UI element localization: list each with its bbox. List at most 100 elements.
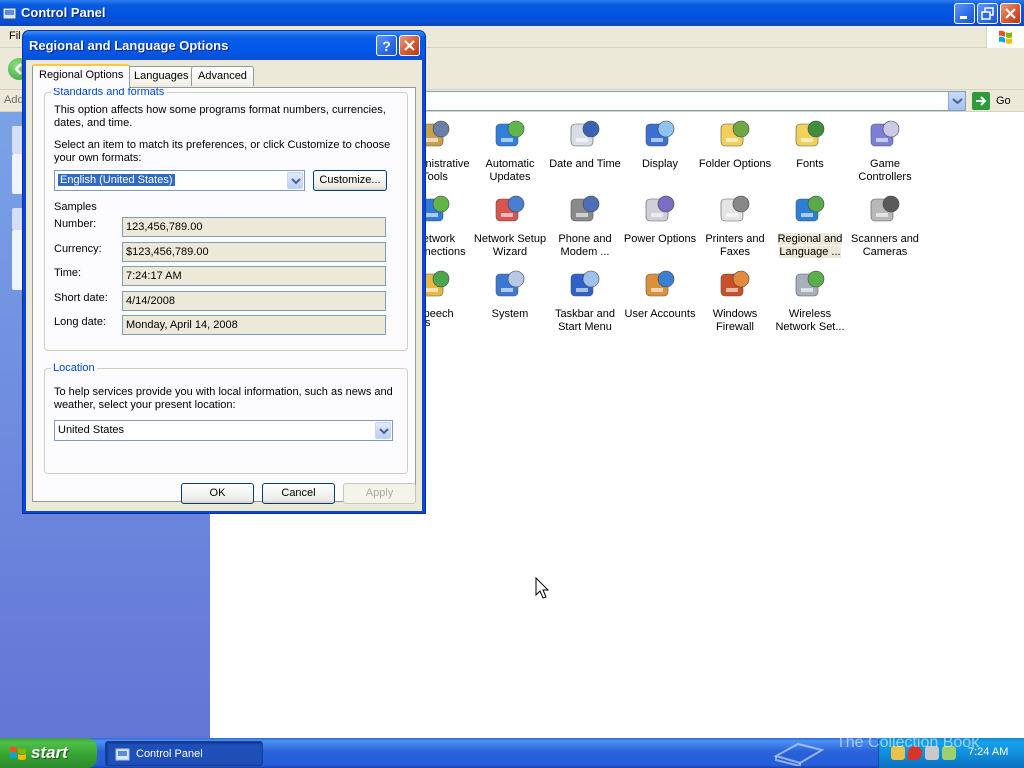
book-watermark-icon — [773, 742, 825, 766]
control-panel-item-label: Game Controllers — [858, 158, 912, 183]
tab-languages[interactable]: Languages — [127, 66, 196, 86]
control-panel-item[interactable]: Automatic Updates — [472, 118, 548, 184]
control-panel-icon — [115, 748, 130, 761]
control-panel-item[interactable]: Regional and Language ... — [772, 193, 848, 259]
location-dropdown-arrow[interactable] — [375, 422, 391, 439]
sample-value: 4/14/2008 — [126, 294, 175, 307]
start-label: start — [31, 743, 68, 762]
question-mark-icon: ? — [382, 38, 391, 54]
control-panel-item[interactable]: Windows Firewall — [697, 268, 773, 334]
taskbar-button-control-panel[interactable]: Control Panel — [105, 741, 263, 766]
control-panel-item[interactable]: Date and Time — [547, 118, 623, 171]
sample-value: Monday, April 14, 2008 — [126, 319, 238, 331]
control-panel-item-label: Folder Options — [698, 158, 772, 170]
network-setup-icon — [495, 195, 525, 222]
automatic-updates-icon — [495, 120, 525, 147]
menu-file[interactable]: Fil — [9, 30, 21, 42]
sample-label: Currency: — [54, 242, 102, 255]
scanners-cameras-icon — [870, 195, 900, 222]
control-panel-item[interactable]: Network Setup Wizard — [472, 193, 548, 259]
control-panel-item-label: Taskbar and Start Menu — [555, 308, 615, 333]
taskbar-icon — [570, 270, 600, 297]
location-description: To help services provide you with local … — [54, 386, 393, 411]
control-panel-item-label: Scanners and Cameras — [851, 233, 919, 258]
display-icon — [645, 120, 675, 147]
phone-modem-icon — [570, 195, 600, 222]
control-panel-item[interactable]: Display — [622, 118, 698, 171]
control-panel-item[interactable]: User Accounts — [622, 268, 698, 321]
help-button[interactable]: ? — [376, 35, 397, 56]
minimize-button[interactable] — [954, 3, 975, 24]
location-dropdown[interactable]: United States — [54, 420, 393, 441]
sample-label: Short date: — [54, 291, 108, 304]
sample-value: $123,456,789.00 — [126, 245, 209, 258]
control-panel-item[interactable]: Taskbar and Start Menu — [547, 268, 623, 334]
control-panel-item-label: Windows Firewall — [712, 308, 758, 333]
control-panel-item-label: Printers and Faxes — [705, 233, 765, 258]
wireless-icon — [795, 270, 825, 297]
fonts-icon — [795, 120, 825, 147]
control-panel-item[interactable]: Phone and Modem ... — [547, 193, 623, 259]
location-legend: Location — [53, 362, 95, 374]
user-accounts-icon — [645, 270, 675, 297]
watermark-text: The Collection Book — [836, 734, 980, 751]
restore-icon — [981, 7, 994, 20]
sample-value-box: 123,456,789.00 — [122, 217, 386, 237]
close-icon — [404, 40, 415, 51]
chevron-down-icon — [379, 428, 389, 435]
location-dropdown-value: United States — [58, 424, 125, 436]
dialog-title: Regional and Language Options — [29, 38, 229, 53]
sample-value-box: Monday, April 14, 2008 — [122, 315, 386, 335]
system-icon — [495, 270, 525, 297]
apply-button[interactable]: Apply — [343, 483, 416, 504]
minimize-icon — [960, 16, 967, 19]
control-panel-item-label: Network Setup Wizard — [473, 233, 547, 258]
windows-flag-icon — [986, 26, 1024, 48]
control-panel-item[interactable]: Folder Options — [697, 118, 773, 171]
control-panel-item-label: Display — [641, 158, 679, 170]
control-panel-titlebar[interactable]: Control Panel — [0, 0, 1024, 26]
format-select-prompt: Select an item to match its preferences,… — [54, 139, 391, 164]
customize-button[interactable]: Customize... — [313, 170, 387, 191]
control-panel-item-label: Fonts — [796, 158, 824, 170]
control-panel-item[interactable]: Fonts — [772, 118, 848, 171]
address-dropdown-button[interactable] — [948, 92, 965, 110]
ok-button[interactable]: OK — [181, 483, 254, 504]
control-panel-item-label: Regional and Language ... — [777, 233, 843, 258]
tab-regional-options[interactable]: Regional Options — [32, 64, 131, 88]
standards-description: This option affects how some programs fo… — [54, 104, 386, 129]
tab-advanced[interactable]: Advanced — [191, 66, 254, 86]
close-button[interactable] — [1000, 3, 1021, 24]
folder-options-icon — [720, 120, 750, 147]
sample-label: Time: — [54, 267, 82, 279]
start-button[interactable]: start — [0, 738, 97, 768]
control-panel-item[interactable]: Wireless Network Set... — [772, 268, 848, 334]
dialog-titlebar[interactable]: Regional and Language Options ? — [23, 31, 425, 60]
control-panel-item[interactable]: Power Options — [622, 193, 698, 246]
control-panel-item[interactable]: Game Controllers — [847, 118, 923, 184]
format-dropdown-value: English (United States) — [57, 173, 176, 187]
windows-logo-icon — [10, 746, 26, 760]
sample-value: 123,456,789.00 — [126, 221, 203, 233]
sample-label: Number: — [54, 218, 97, 230]
dialog-body: Regional Options Languages Advanced Stan… — [26, 60, 422, 511]
control-panel-item[interactable]: System — [472, 268, 548, 321]
go-label: Go — [996, 95, 1011, 107]
go-button[interactable]: Go — [972, 92, 1022, 110]
cancel-button[interactable]: Cancel — [262, 483, 335, 504]
sample-value-box: 4/14/2008 — [122, 290, 386, 311]
control-panel-item-label: System — [491, 308, 529, 320]
dialog-close-button[interactable] — [399, 35, 420, 56]
control-panel-item[interactable]: Printers and Faxes — [697, 193, 773, 259]
close-icon — [1005, 8, 1016, 19]
restore-button[interactable] — [977, 3, 998, 24]
regional-language-dialog: Regional and Language Options ? Regional… — [22, 30, 426, 514]
tab-panel-regional-options: Standards and formats This option affect… — [32, 86, 416, 502]
format-dropdown[interactable]: English (United States) — [54, 170, 305, 191]
window-title: Control Panel — [21, 5, 106, 20]
control-panel-item[interactable]: Scanners and Cameras — [847, 193, 923, 259]
control-panel-item-label: User Accounts — [624, 308, 696, 320]
firewall-icon — [720, 270, 750, 297]
control-panel-item-label: Power Options — [623, 233, 697, 245]
format-dropdown-arrow[interactable] — [287, 172, 303, 189]
